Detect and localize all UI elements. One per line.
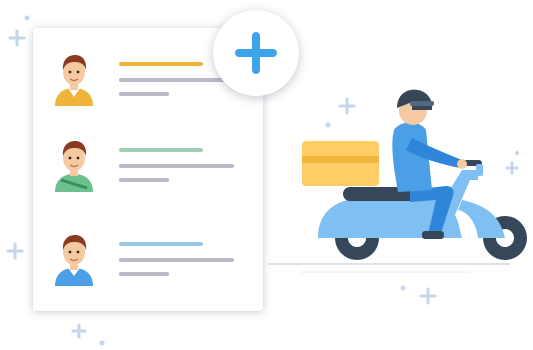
name-bar (119, 148, 203, 152)
detail-bar-short (119, 272, 169, 276)
detail-bar-short (119, 178, 169, 182)
list-item[interactable] (33, 136, 263, 196)
detail-bar (119, 78, 234, 82)
plus-icon (235, 32, 277, 74)
detail-bar (119, 164, 234, 168)
person-yellow-shirt-icon (55, 55, 93, 106)
detail-bar-short (119, 92, 169, 96)
name-bar (119, 62, 203, 66)
list-item[interactable] (33, 230, 263, 290)
illustration-stage (0, 0, 533, 350)
person-blue-shirt-icon (55, 235, 93, 286)
add-contact-button[interactable] (213, 10, 299, 96)
detail-bar (119, 258, 234, 262)
delivery-box-icon (302, 141, 379, 186)
name-bar (119, 242, 203, 246)
person-green-shirt-icon (55, 141, 93, 192)
